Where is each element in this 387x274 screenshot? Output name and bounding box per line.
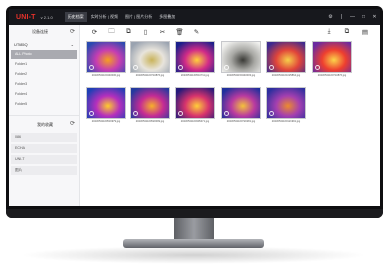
close-icon[interactable]: ✕	[369, 14, 380, 20]
select-circle-icon[interactable]	[89, 111, 94, 116]
favorites-title: 我的收藏	[37, 121, 53, 127]
device-group-label: UTi85Q	[14, 42, 28, 47]
menu-realtime[interactable]: 实时分析 | 视频	[88, 12, 121, 22]
download-icon[interactable]: ⤓	[320, 28, 338, 36]
toolbar: ⟳ 🗀 ⧉ ▯ ✂ 🗑 ✎ ⤓ ⧉ ▤	[81, 25, 380, 39]
thumbnail-tile[interactable]: 20230531100710876.jpg	[130, 41, 170, 77]
monitor-frame: UNI-T v 2.1.0 历史档案 实时分析 | 视频 图片 | 图片分析 多…	[6, 6, 383, 218]
thumbnail-filename: 20230531150440003.jpg	[226, 74, 256, 77]
select-circle-icon[interactable]	[178, 111, 183, 116]
main-menu: 历史档案 实时分析 | 视频 图片 | 图片分析 多图叠加	[64, 12, 180, 22]
favorites-header: 我的收藏 ⟳	[9, 118, 79, 131]
thermal-image[interactable]	[175, 87, 215, 119]
monitor-chin	[6, 209, 383, 218]
copy-icon[interactable]: ⧉	[120, 28, 137, 36]
gallery-panel: ⟳ 🗀 ⧉ ▯ ✂ 🗑 ✎ ⤓ ⧉ ▤ 20230531100440030.jp…	[81, 25, 380, 206]
menu-image-analysis[interactable]: 图片 | 图片分析	[122, 12, 155, 22]
thumbnail-tile[interactable]: 20230531160520099.jpg	[130, 87, 170, 123]
device-connection-header: 设备连接 ⟳	[9, 25, 79, 39]
select-circle-icon[interactable]	[224, 65, 229, 70]
thumbnail-filename: 20230531100440030.jpg	[91, 74, 121, 77]
thumbnail-filename: 20230531100710876.jpg	[135, 74, 165, 77]
select-circle-icon[interactable]	[133, 111, 138, 116]
sidebar-item-all-photo[interactable]: ALL Photo	[11, 50, 77, 59]
maximize-icon[interactable]: □	[358, 14, 369, 20]
device-title: 设备连接	[32, 29, 48, 34]
sidebar-item-folder4[interactable]: Folder4	[11, 90, 77, 99]
separator: |	[340, 14, 343, 20]
select-circle-icon[interactable]	[178, 65, 183, 70]
settings-icon[interactable]: ⚙	[325, 14, 336, 20]
favorite-item-086[interactable]: 086	[11, 133, 77, 142]
select-circle-icon[interactable]	[315, 65, 320, 70]
copy-right-icon[interactable]: ⧉	[338, 28, 356, 36]
thermal-image[interactable]	[221, 41, 261, 73]
thumbnail-filename: 20230531160305471.jpg	[180, 120, 210, 123]
title-bar: UNI-T v 2.1.0 历史档案 实时分析 | 视频 图片 | 图片分析 多…	[9, 9, 380, 25]
thumbnail-tile[interactable]: 20230531161025864.jpg	[266, 41, 306, 77]
thumbnail-tile[interactable]: 20230531160510711.jpg	[175, 41, 215, 77]
app-window: UNI-T v 2.1.0 历史档案 实时分析 | 视频 图片 | 图片分析 多…	[9, 9, 380, 206]
select-circle-icon[interactable]	[269, 111, 274, 116]
select-circle-icon[interactable]	[133, 65, 138, 70]
thumbnail-tile[interactable]: 20230531160720281.jpg	[221, 87, 261, 123]
cut-icon[interactable]: ✂	[154, 28, 171, 36]
minimize-icon[interactable]: —	[347, 14, 358, 20]
divider	[9, 115, 79, 116]
thumbnail-filename: 20230531160520099.jpg	[135, 120, 165, 123]
thumbnail-filename: 20230531160720281.jpg	[226, 120, 256, 123]
window-controls: ⚙ | — □ ✕	[325, 14, 380, 20]
folder-list: UTi85Q ⌄ ALL Photo Folder1 Folder2 Folde…	[9, 40, 79, 109]
thermal-image[interactable]	[86, 41, 126, 73]
select-circle-icon[interactable]	[224, 111, 229, 116]
menu-overlay[interactable]: 多图叠加	[156, 12, 178, 22]
sidebar-item-folder1[interactable]: Folder1	[11, 60, 77, 69]
refresh-icon[interactable]: ⟳	[86, 28, 103, 36]
toolbar-right: ⤓ ⧉ ▤	[320, 25, 374, 39]
thumbnail-filename: 20230531160510711.jpg	[180, 74, 210, 77]
monitor-shadow	[20, 246, 367, 264]
folder-open-icon[interactable]: 🗀	[103, 27, 120, 38]
sidebar-item-folder3[interactable]: Folder3	[11, 80, 77, 89]
thermal-image[interactable]	[221, 87, 261, 119]
select-circle-icon[interactable]	[89, 65, 94, 70]
favorite-item-unit[interactable]: UNI-T	[11, 155, 77, 164]
thermal-image[interactable]	[130, 87, 170, 119]
thumbnail-tile[interactable]: 20230531150440003.jpg	[221, 41, 261, 77]
device-group[interactable]: UTi85Q ⌄	[9, 40, 79, 49]
device-refresh-icon[interactable]: ⟳	[70, 28, 75, 35]
trash-icon[interactable]: 🗑	[171, 28, 188, 36]
thumbnail-filename: 20230531160121991.jpg	[271, 120, 301, 123]
thumbnail-tile[interactable]: 20230531160710876.jpg	[312, 41, 352, 77]
thermal-image[interactable]	[312, 41, 352, 73]
thumbnail-tile[interactable]: 20230531160305471.jpg	[175, 87, 215, 123]
thumbnail-tile[interactable]: 20230531160121991.jpg	[266, 87, 306, 123]
app-logo: UNI-T	[16, 13, 36, 21]
sidebar: 设备连接 ⟳ UTi85Q ⌄ ALL Photo Folder1 Folder…	[9, 25, 80, 206]
select-circle-icon[interactable]	[269, 65, 274, 70]
thumbnail-filename: 20230531160516979.jpg	[91, 120, 121, 123]
thumbnail-tile[interactable]: 20230531160516979.jpg	[86, 87, 126, 123]
thermal-image[interactable]	[130, 41, 170, 73]
thermal-image[interactable]	[86, 87, 126, 119]
thermal-image[interactable]	[266, 87, 306, 119]
sidebar-item-folder2[interactable]: Folder2	[11, 70, 77, 79]
thumbnail-filename: 20230531161025864.jpg	[271, 74, 301, 77]
chevron-down-icon[interactable]: ⌄	[71, 42, 74, 47]
sidebar-item-folder5[interactable]: Folder5	[11, 100, 77, 109]
favorite-item-images[interactable]: 图片	[11, 166, 77, 175]
thermal-image[interactable]	[266, 41, 306, 73]
thermal-image[interactable]	[175, 41, 215, 73]
report-icon[interactable]: ▤	[356, 28, 374, 36]
edit-icon[interactable]: ✎	[188, 28, 205, 36]
thumbnail-filename: 20230531160710876.jpg	[317, 74, 347, 77]
favorites-refresh-icon[interactable]: ⟳	[70, 120, 75, 127]
app-version: v 2.1.0	[40, 14, 53, 20]
thumbnail-tile[interactable]: 20230531100440030.jpg	[86, 41, 126, 77]
document-icon[interactable]: ▯	[137, 28, 154, 36]
menu-history[interactable]: 历史档案	[64, 12, 87, 22]
favorite-item-echa[interactable]: ECHA	[11, 144, 77, 153]
